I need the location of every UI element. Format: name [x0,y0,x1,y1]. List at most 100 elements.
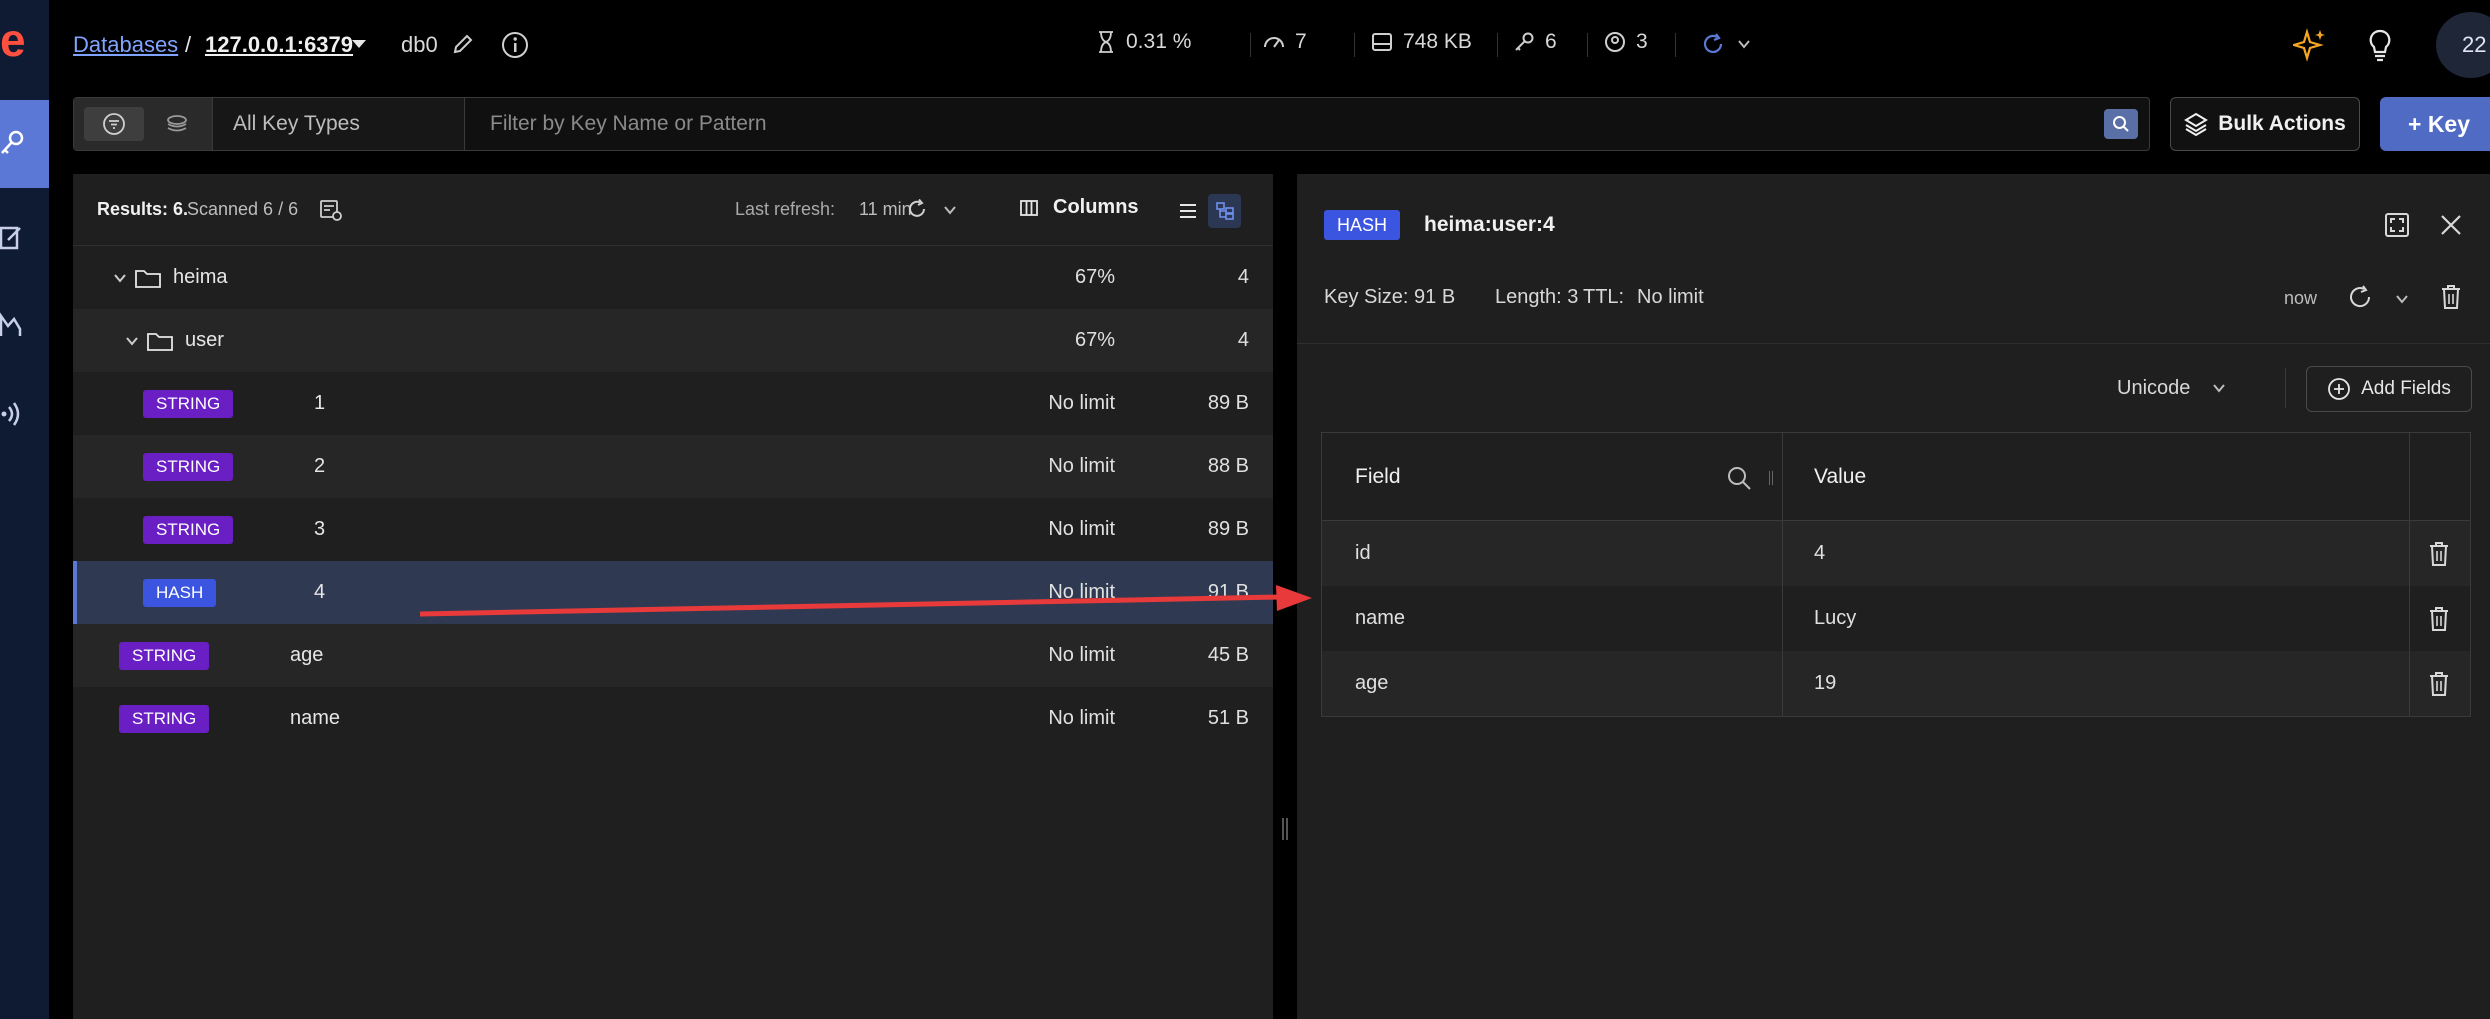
format-select[interactable]: Unicode [2117,366,2257,410]
left-navigation: e [0,0,49,1019]
key-ttl: No limit [1048,392,1115,414]
breadcrumb-databases-link[interactable]: Databases [73,31,178,59]
clients-metric: 3 [1604,30,1648,54]
value-cell[interactable]: Lucy [1814,586,1856,651]
sparkles-icon[interactable] [2293,28,2327,62]
key-row[interactable]: STRING age No limit 45 B [73,624,1273,687]
lightbulb-icon[interactable] [2367,28,2393,62]
info-icon[interactable] [501,31,529,59]
chevron-down-icon[interactable] [113,273,127,283]
nav-workbench-button[interactable] [0,218,30,258]
results-count: Results: 6. [97,199,189,219]
field-cell[interactable]: name [1355,586,1405,651]
key-size: 88 B [1207,455,1249,477]
folder-icon [135,268,161,288]
delete-field-trash-icon[interactable] [2428,541,2450,567]
key-row[interactable]: STRING 2 No limit 88 B [73,435,1273,498]
key-type-select[interactable]: All Key Types [213,98,465,150]
ttl-value[interactable]: No limit [1637,282,1704,312]
nav-browser-button[interactable] [0,100,49,188]
cpu-value: 0.31 % [1126,30,1192,53]
field-cell[interactable]: age [1355,651,1388,716]
refresh-icon[interactable] [2347,284,2373,310]
scan-more-icon[interactable] [319,198,343,222]
table-row[interactable]: name Lucy [1322,586,2470,651]
column-divider [2409,433,2410,716]
key-name-title[interactable]: heima:user:4 [1424,210,1555,240]
chevron-down-icon [1738,40,1750,49]
auto-refresh-control[interactable] [1701,32,1751,56]
value-cell[interactable]: 4 [1814,521,1825,586]
refresh-icon[interactable] [906,198,928,220]
key-row-selected[interactable]: HASH 4 No limit 91 B [73,561,1273,624]
key-list-header: Results: 6. Scanned 6 / 6 Last refresh: … [73,174,1273,246]
key-name: 1 [314,392,326,414]
delete-field-trash-icon[interactable] [2428,606,2450,632]
key-icon [1515,32,1534,51]
folder-name: user [185,329,224,351]
folder-row-user[interactable]: user 67% 4 [73,309,1273,372]
speedometer-icon [1264,37,1284,48]
breadcrumb-host[interactable]: 127.0.0.1:6379 [205,31,353,59]
key-row[interactable]: STRING name No limit 51 B [73,687,1273,750]
search-icon[interactable] [1726,465,1752,491]
nav-pubsub-button[interactable] [0,394,30,434]
bulk-actions-button[interactable]: Bulk Actions [2170,97,2360,151]
columns-label: Columns [1053,196,1139,218]
columns-button[interactable]: Columns [1019,196,1139,219]
hourglass-icon [1099,31,1113,53]
trash-icon[interactable] [2440,284,2462,310]
field-cell[interactable]: id [1355,521,1371,586]
type-badge: HASH [143,579,217,607]
value-cell[interactable]: 19 [1814,651,1836,716]
key-row[interactable]: STRING 1 No limit 89 B [73,372,1273,435]
folder-row-heima[interactable]: heima 67% 4 [73,246,1273,309]
folder-count: 4 [1237,329,1249,351]
pencil-icon[interactable] [452,33,474,55]
ops-metric: 7 [1263,30,1307,54]
fullscreen-icon[interactable] [2384,212,2410,238]
column-header-value: Value [1814,465,1867,488]
table-row[interactable]: id 4 [1322,521,2470,586]
avatar-initials: 22 [2462,32,2487,57]
resize-grip-icon[interactable] [1281,818,1289,840]
app-logo: e [0,14,26,66]
add-key-button[interactable]: + Key [2380,97,2490,151]
top-header: Databases / 127.0.0.1:6379 db0 0.31 % 7 … [49,0,2490,90]
delete-field-trash-icon[interactable] [2428,671,2450,697]
search-button[interactable] [2104,109,2138,139]
key-size-label: Key Size: 91 B [1324,286,1456,308]
folder-count: 4 [1237,266,1249,288]
table-row[interactable]: age 19 [1322,651,2470,716]
search-mode-toggle [74,98,213,150]
bulk-actions-label: Bulk Actions [2218,112,2346,135]
pattern-search-button[interactable] [84,107,144,141]
user-avatar[interactable]: 22 [2436,12,2490,78]
column-resize-handle[interactable] [1769,471,1773,485]
key-name: name [290,707,341,729]
key-ttl: No limit [1048,644,1115,666]
list-view-button[interactable] [1171,194,1204,228]
close-icon[interactable] [2440,214,2462,236]
layers-icon [2184,112,2209,136]
chevron-down-icon[interactable] [2395,294,2409,304]
format-value: Unicode [2117,376,2191,399]
key-row[interactable]: STRING 3 No limit 89 B [73,498,1273,561]
chevron-down-icon[interactable] [351,38,367,50]
chevron-down-icon[interactable] [125,336,139,346]
keys-metric: 6 [1513,30,1557,54]
key-ttl: No limit [1048,581,1115,603]
chevron-down-icon[interactable] [943,205,957,215]
panel-resize-handle[interactable] [1273,174,1297,1019]
add-fields-button[interactable]: Add Fields [2306,366,2472,412]
view-toggle [1171,194,1241,228]
key-size: 89 B [1207,392,1249,414]
nav-analytics-button[interactable] [0,306,30,346]
memory-icon [1372,33,1392,51]
vector-search-button[interactable] [154,107,204,141]
filter-key-input[interactable] [466,98,2086,150]
key-name: 4 [314,581,326,603]
analytics-icon [0,312,22,336]
tree-view-button[interactable] [1208,194,1241,228]
scanned-count: Scanned 6 / 6 [187,199,299,219]
